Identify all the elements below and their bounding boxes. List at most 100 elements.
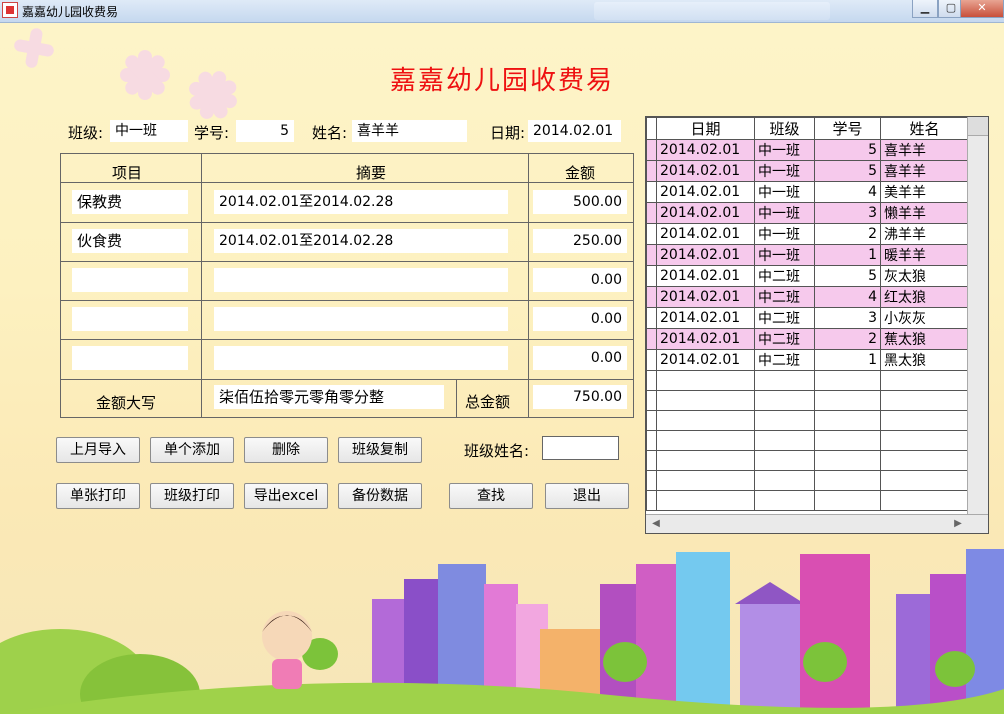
header-summary: 摘要 (356, 164, 387, 182)
col-header-date[interactable]: 日期 (656, 117, 755, 140)
cell-id: 1 (814, 244, 881, 266)
fee-item-input[interactable] (72, 346, 188, 370)
class-name-search-input[interactable] (542, 436, 619, 460)
records-row[interactable]: 2014.02.01 中一班 1 暖羊羊 (646, 244, 969, 266)
cell-name: 懒羊羊 (880, 202, 969, 224)
title-bar: 嘉嘉幼儿园收费易 ▁ ▢ ✕ (0, 0, 1004, 23)
amount-in-words-label: 金额大写 (96, 394, 157, 412)
app-icon (2, 2, 18, 18)
city-background-illustration (0, 549, 1004, 714)
cell-date: 2014.02.01 (656, 265, 755, 287)
fee-item-input[interactable] (72, 307, 188, 331)
search-button[interactable]: 查找 (449, 483, 533, 509)
cell-id: 4 (814, 286, 881, 308)
total-amount-field[interactable]: 750.00 (533, 385, 627, 409)
class-field[interactable]: 中一班 (110, 120, 188, 142)
fee-summary-input[interactable]: 2014.02.01至2014.02.28 (214, 190, 508, 214)
cell-id: 3 (814, 202, 881, 224)
vertical-scrollbar[interactable] (967, 117, 988, 515)
cell-class: 中二班 (754, 286, 815, 308)
fee-amount-input[interactable]: 250.00 (533, 229, 627, 253)
cell-date: 2014.02.01 (656, 223, 755, 245)
records-row[interactable]: 2014.02.01 中一班 4 美羊羊 (646, 181, 969, 203)
records-row[interactable]: 2014.02.01 中一班 5 喜羊羊 (646, 139, 969, 161)
fee-amount-input[interactable]: 500.00 (533, 190, 627, 214)
cell-id: 4 (814, 181, 881, 203)
cell-date: 2014.02.01 (656, 349, 755, 371)
titlebar-decoration (594, 2, 830, 20)
student-id-field[interactable]: 5 (236, 120, 294, 142)
cell-name: 黑太狼 (880, 349, 969, 371)
fee-item-input[interactable] (72, 268, 188, 292)
cell-class: 中二班 (754, 328, 815, 350)
cell-date: 2014.02.01 (656, 160, 755, 182)
cell-name: 灰太狼 (880, 265, 969, 287)
close-button[interactable]: ✕ (960, 0, 1004, 18)
cell-name: 沸羊羊 (880, 223, 969, 245)
name-field[interactable]: 喜羊羊 (352, 120, 467, 142)
fee-amount-input[interactable]: 0.00 (533, 346, 627, 370)
print-single-button[interactable]: 单张打印 (56, 483, 140, 509)
records-empty-row[interactable] (646, 410, 969, 431)
header-item: 项目 (112, 164, 143, 182)
cell-class: 中一班 (754, 244, 815, 266)
cell-name: 美羊羊 (880, 181, 969, 203)
records-table: 日期 班级 学号 姓名 2014.02.01 中一班 5 喜羊羊 2014.02.01 中… (646, 117, 969, 511)
records-row[interactable]: 2014.02.01 中一班 2 沸羊羊 (646, 223, 969, 245)
cell-id: 2 (814, 328, 881, 350)
records-empty-row[interactable] (646, 490, 969, 511)
fee-summary-input[interactable] (214, 268, 508, 292)
col-header-name[interactable]: 姓名 (880, 117, 969, 140)
student-id-label: 学号: (194, 124, 230, 142)
scroll-right-icon[interactable]: ▶ (950, 516, 966, 532)
records-row[interactable]: 2014.02.01 中二班 4 红太狼 (646, 286, 969, 308)
cell-date: 2014.02.01 (656, 286, 755, 308)
class-label: 班级: (68, 124, 104, 142)
amount-in-words-field[interactable]: 柒佰伍拾零元零角零分整 (214, 385, 444, 409)
fee-item-input[interactable]: 保教费 (72, 190, 188, 214)
records-row[interactable]: 2014.02.01 中二班 2 蕉太狼 (646, 328, 969, 350)
col-header-class[interactable]: 班级 (754, 117, 815, 140)
cell-name: 蕉太狼 (880, 328, 969, 350)
name-label: 姓名: (312, 124, 348, 142)
cell-id: 5 (814, 265, 881, 287)
col-header-id[interactable]: 学号 (814, 117, 881, 140)
add-single-button[interactable]: 单个添加 (150, 437, 234, 463)
fee-amount-input[interactable]: 0.00 (533, 307, 627, 331)
cell-date: 2014.02.01 (656, 181, 755, 203)
cell-class: 中二班 (754, 265, 815, 287)
cell-class: 中一班 (754, 223, 815, 245)
records-empty-row[interactable] (646, 370, 969, 391)
horizontal-scrollbar[interactable]: ◀ ▶ (646, 514, 988, 533)
fee-amount-input[interactable]: 0.00 (533, 268, 627, 292)
records-empty-row[interactable] (646, 450, 969, 471)
date-field[interactable]: 2014.02.01 (528, 120, 621, 142)
fee-summary-input[interactable]: 2014.02.01至2014.02.28 (214, 229, 508, 253)
records-row[interactable]: 2014.02.01 中二班 5 灰太狼 (646, 265, 969, 287)
minimize-button[interactable]: ▁ (912, 0, 938, 18)
records-row[interactable]: 2014.02.01 中一班 3 懒羊羊 (646, 202, 969, 224)
fee-summary-input[interactable] (214, 307, 508, 331)
copy-class-button[interactable]: 班级复制 (338, 437, 422, 463)
delete-button[interactable]: 删除 (244, 437, 328, 463)
fee-item-input[interactable]: 伙食费 (72, 229, 188, 253)
exit-button[interactable]: 退出 (545, 483, 629, 509)
backup-data-button[interactable]: 备份数据 (338, 483, 422, 509)
cell-date: 2014.02.01 (656, 202, 755, 224)
records-row[interactable]: 2014.02.01 中二班 1 黑太狼 (646, 349, 969, 371)
records-grid[interactable]: 日期 班级 学号 姓名 2014.02.01 中一班 5 喜羊羊 2014.02.01 中… (645, 116, 989, 534)
cell-date: 2014.02.01 (656, 139, 755, 161)
print-class-button[interactable]: 班级打印 (150, 483, 234, 509)
window-title: 嘉嘉幼儿园收费易 (22, 5, 119, 19)
total-label: 总金额 (465, 393, 511, 411)
cell-date: 2014.02.01 (656, 328, 755, 350)
export-excel-button[interactable]: 导出excel (244, 483, 328, 509)
import-last-month-button[interactable]: 上月导入 (56, 437, 140, 463)
records-empty-row[interactable] (646, 470, 969, 491)
scroll-left-icon[interactable]: ◀ (648, 516, 664, 532)
records-row[interactable]: 2014.02.01 中二班 3 小灰灰 (646, 307, 969, 329)
records-empty-row[interactable] (646, 430, 969, 451)
fee-summary-input[interactable] (214, 346, 508, 370)
records-row[interactable]: 2014.02.01 中一班 5 喜羊羊 (646, 160, 969, 182)
records-empty-row[interactable] (646, 390, 969, 411)
